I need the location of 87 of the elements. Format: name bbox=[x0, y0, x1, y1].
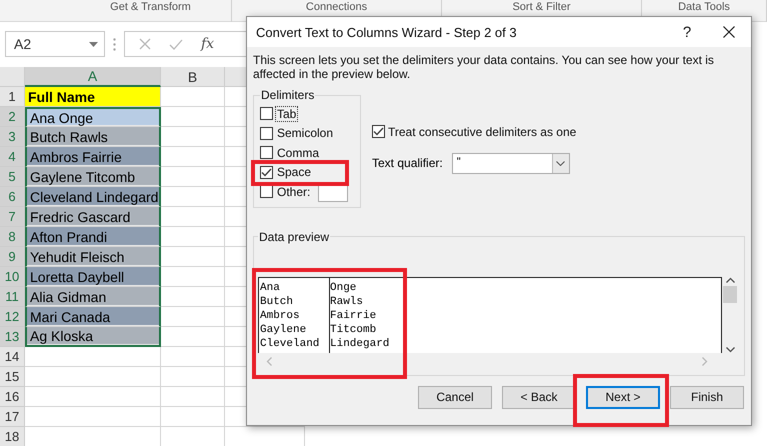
dropdown-arrow-icon bbox=[89, 42, 98, 46]
checkbox-label[interactable]: Semicolon bbox=[276, 126, 334, 140]
name-box[interactable]: A2 bbox=[5, 31, 105, 57]
row-header[interactable]: 15 bbox=[0, 367, 25, 387]
checkbox-label[interactable]: Tab bbox=[276, 106, 298, 121]
table-cell: Full Name bbox=[25, 87, 161, 107]
checkbox-label[interactable]: Comma bbox=[276, 146, 320, 160]
preview-cell-text: Ana bbox=[259, 280, 281, 294]
group-legend: Delimiters bbox=[260, 88, 316, 102]
preview-cell-text: Gaylene bbox=[259, 322, 308, 336]
dialog-button[interactable]: Next > bbox=[586, 386, 660, 408]
close-icon bbox=[723, 26, 735, 38]
row-header[interactable]: 1 bbox=[0, 87, 25, 107]
row-header[interactable]: 12 bbox=[0, 307, 25, 327]
table-cell: Gaylene Titcomb bbox=[25, 167, 161, 187]
checkbox[interactable] bbox=[260, 146, 273, 160]
checkbox[interactable] bbox=[260, 107, 273, 120]
dialog-button[interactable]: Finish bbox=[670, 386, 744, 408]
checkbox[interactable] bbox=[260, 185, 273, 198]
scroll-down-icon[interactable] bbox=[726, 346, 734, 352]
field-label: Text qualifier: bbox=[372, 156, 443, 170]
instructions-text: This screen lets you set the delimiters your data contains. You can see how your text is affected in the preview below. bbox=[253, 53, 715, 81]
row-header[interactable]: 13 bbox=[0, 327, 25, 347]
row-header[interactable]: 5 bbox=[0, 167, 25, 187]
row-header[interactable]: 2 bbox=[0, 107, 25, 127]
column-header[interactable]: A bbox=[25, 67, 161, 87]
insert-function-button[interactable]: fx bbox=[201, 36, 214, 52]
table-cell: Fredric Gascard bbox=[25, 207, 161, 227]
row-header[interactable]: 16 bbox=[0, 387, 25, 407]
row-header[interactable]: 9 bbox=[0, 247, 25, 267]
table-cell: Ag Kloska bbox=[25, 327, 161, 347]
table-cell: Loretta Daybell bbox=[25, 267, 161, 287]
scroll-up-icon[interactable] bbox=[726, 276, 734, 282]
checkbox[interactable] bbox=[372, 125, 385, 138]
preview-cell-text: Butch bbox=[259, 294, 294, 308]
checkbox[interactable] bbox=[260, 166, 273, 179]
dialog-button[interactable]: < Back bbox=[502, 386, 576, 408]
checkbox-label[interactable]: Other: bbox=[276, 184, 312, 199]
scroll-left-icon[interactable] bbox=[266, 356, 272, 366]
row-header[interactable]: 4 bbox=[0, 147, 25, 167]
row-header[interactable]: 10 bbox=[0, 267, 25, 287]
checkmark-icon bbox=[261, 168, 272, 177]
column-header[interactable]: B bbox=[161, 67, 225, 87]
table-cell: Mari Canada bbox=[25, 307, 161, 327]
table-cell: Butch Rawls bbox=[25, 127, 161, 147]
row-header[interactable]: 3 bbox=[0, 127, 25, 147]
row-header[interactable]: 14 bbox=[0, 347, 25, 367]
preview-cell-text: Titcomb bbox=[329, 322, 378, 336]
preview-cell-text: Lindegard bbox=[329, 336, 390, 350]
row-header[interactable]: 7 bbox=[0, 207, 25, 227]
preview-cell-text: Onge bbox=[329, 280, 358, 294]
table-cell: Ana Onge bbox=[25, 107, 161, 127]
select-all-corner[interactable] bbox=[0, 67, 25, 87]
preview-cell-text: Ambros bbox=[259, 308, 301, 322]
dialog-title: Convert Text to Columns Wizard - Step 2 of 3 bbox=[256, 24, 518, 40]
table-cell: Ambros Fairrie bbox=[25, 147, 161, 167]
help-button[interactable]: ? bbox=[667, 22, 707, 42]
empty-cell[interactable] bbox=[161, 387, 225, 407]
table-cell: Alia Gidman bbox=[25, 287, 161, 307]
scroll-thumb[interactable] bbox=[723, 286, 737, 303]
group-legend: Data preview bbox=[258, 230, 330, 244]
preview-cell-text: Cleveland bbox=[259, 336, 320, 350]
cancel-icon[interactable] bbox=[139, 38, 151, 50]
row-header[interactable]: 11 bbox=[0, 287, 25, 307]
row-header[interactable]: 18 bbox=[0, 427, 25, 446]
dialog-button[interactable]: Cancel bbox=[418, 386, 492, 408]
table-cell: Yehudit Fleisch bbox=[25, 247, 161, 267]
checkbox-label[interactable]: Treat consecutive delimiters as one bbox=[388, 124, 576, 139]
grip-dots-icon bbox=[113, 38, 116, 50]
row-header[interactable]: 17 bbox=[0, 407, 25, 427]
empty-cell[interactable] bbox=[161, 407, 225, 427]
checkmark-icon bbox=[373, 127, 384, 136]
table-cell: Afton Prandi bbox=[25, 227, 161, 247]
scroll-right-icon[interactable] bbox=[702, 356, 708, 366]
empty-cell[interactable] bbox=[161, 347, 225, 367]
table-cell: Cleveland Lindegard bbox=[25, 187, 161, 207]
preview-cell-text: Rawls bbox=[329, 294, 364, 308]
text-qualifier-select[interactable]: " bbox=[452, 152, 570, 174]
empty-cell[interactable] bbox=[161, 367, 225, 387]
checkbox[interactable] bbox=[260, 126, 273, 140]
confirm-check-icon[interactable] bbox=[169, 38, 183, 50]
preview-cell-text: Fairrie bbox=[329, 308, 378, 322]
checkbox-label[interactable]: Space bbox=[276, 165, 312, 180]
row-header[interactable]: 8 bbox=[0, 227, 25, 247]
row-header[interactable]: 6 bbox=[0, 187, 25, 207]
chevron-down-icon bbox=[556, 160, 566, 166]
ribbon-group-label: Get & Transform bbox=[70, 0, 232, 22]
